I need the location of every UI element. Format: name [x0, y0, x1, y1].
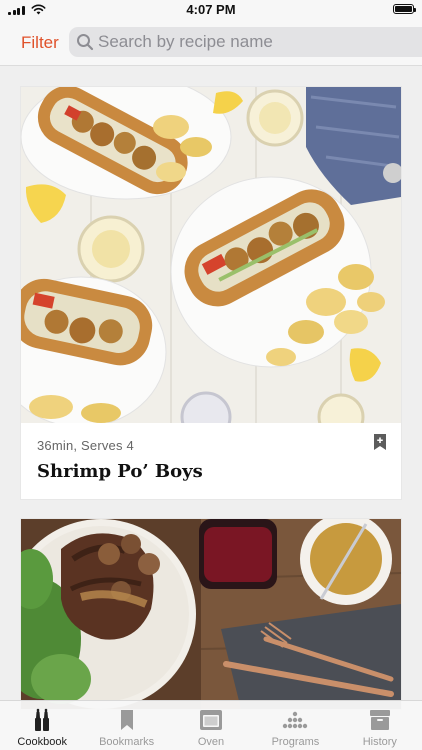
recipe-title: Shrimp Po’ Boys [37, 461, 203, 482]
recipe-meta: 36min, Serves 4 [37, 438, 134, 453]
top-bar: Filter [0, 22, 422, 66]
programs-icon [283, 711, 308, 729]
cookbook-icon [35, 708, 50, 731]
steak-mushrooms-photo [21, 519, 401, 709]
bookmark-icon [120, 710, 133, 730]
tab-label: Programs [271, 736, 320, 748]
tab-oven[interactable]: Oven [169, 701, 253, 750]
tab-history[interactable]: History [338, 701, 422, 750]
shrimp-po-boys-photo [21, 87, 401, 423]
search-icon [77, 34, 94, 51]
history-icon [369, 710, 390, 730]
status-time: 4:07 PM [186, 2, 236, 17]
bookmark-button[interactable] [372, 433, 388, 456]
tab-label: History [362, 736, 397, 748]
battery-icon [393, 4, 416, 14]
search-input[interactable] [98, 32, 398, 52]
tab-programs[interactable]: Programs [253, 701, 337, 750]
recipe-card[interactable]: 36min, Serves 4 Shrimp Po’ Boys [21, 87, 401, 499]
oven-icon [200, 710, 223, 730]
tab-label: Cookbook [17, 736, 67, 748]
recipe-card[interactable] [21, 519, 401, 709]
tab-label: Oven [197, 736, 225, 748]
tab-bar: Cookbook Bookmarks Oven Programs History [0, 700, 422, 750]
bookmark-add-icon [374, 434, 386, 450]
tab-bookmarks[interactable]: Bookmarks [84, 701, 168, 750]
status-right [393, 4, 416, 14]
filter-button[interactable]: Filter [21, 33, 59, 53]
tab-cookbook[interactable]: Cookbook [0, 701, 84, 750]
tab-label: Bookmarks [99, 736, 155, 748]
search-bar[interactable] [69, 27, 422, 57]
status-bar: 4:07 PM [0, 0, 422, 22]
